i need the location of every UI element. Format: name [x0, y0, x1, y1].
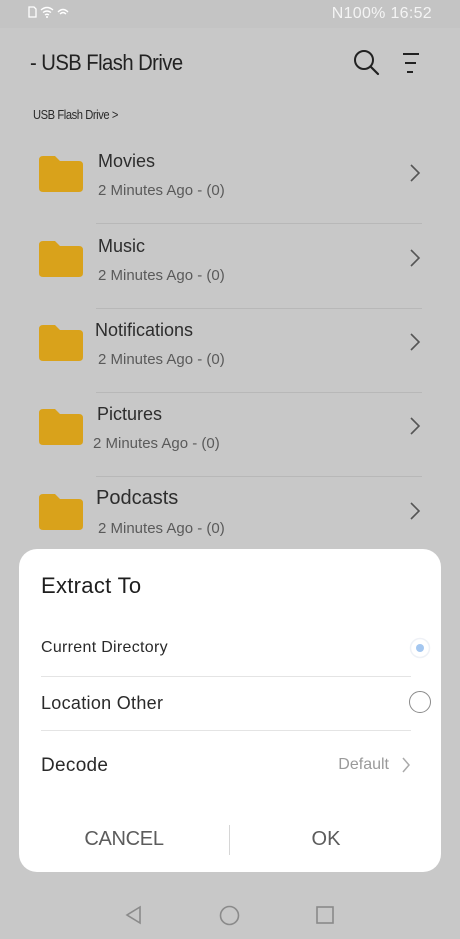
- folder-icon: [39, 156, 83, 192]
- folder-name: Music: [98, 236, 146, 256]
- chevron-right-icon: [410, 164, 421, 182]
- folder-icon: [39, 409, 83, 445]
- status-bar: N100% 16:52: [0, 0, 460, 28]
- signal-icon: [57, 8, 69, 15]
- extract-dialog: Extract To Current Directory Location Ot…: [19, 549, 441, 872]
- list-item[interactable]: Movies 2 Minutes Ago - (0): [0, 140, 460, 224]
- folder-name: Notifications: [95, 320, 194, 340]
- folder-name: Movies: [98, 151, 156, 171]
- divider: [96, 223, 422, 224]
- wifi-icon: [40, 6, 54, 18]
- chevron-right-icon: [410, 249, 421, 267]
- breadcrumb[interactable]: USB Flash Drive >: [33, 107, 118, 122]
- recent-apps-icon[interactable]: [316, 906, 334, 924]
- status-icons: [28, 6, 69, 18]
- radio-unchecked-icon[interactable]: [409, 691, 431, 713]
- folder-meta: 2 Minutes Ago - (0): [98, 182, 225, 199]
- option-current-directory[interactable]: Current Directory: [41, 623, 431, 677]
- button-divider: [229, 825, 230, 855]
- chevron-right-icon: [410, 417, 421, 435]
- divider: [96, 476, 422, 477]
- list-item[interactable]: Pictures 2 Minutes Ago - (0): [0, 393, 460, 477]
- list-item[interactable]: Music 2 Minutes Ago - (0): [0, 225, 460, 309]
- page-title: - USB Flash Drive: [30, 50, 183, 75]
- navigation-bar: [0, 880, 460, 939]
- app-bar: - USB Flash Drive: [0, 28, 460, 98]
- status-battery-time: N100% 16:52: [331, 5, 432, 22]
- decode-value: Default: [338, 756, 389, 773]
- back-icon[interactable]: [124, 905, 142, 925]
- folder-meta: 2 Minutes Ago - (0): [98, 520, 225, 537]
- dialog-title: Extract To: [41, 573, 142, 598]
- folder-icon: [39, 241, 83, 277]
- option-label: Location Other: [41, 693, 164, 713]
- decode-label: Decode: [41, 755, 109, 776]
- sort-icon[interactable]: [400, 50, 422, 76]
- folder-icon: [39, 494, 83, 530]
- folder-name: Podcasts: [96, 487, 179, 509]
- home-icon[interactable]: [219, 905, 240, 926]
- decode-row[interactable]: Decode Default: [41, 739, 411, 793]
- search-icon[interactable]: [352, 48, 380, 76]
- chevron-right-icon: [410, 333, 421, 351]
- option-label: Current Directory: [41, 639, 168, 656]
- chevron-right-icon: [402, 757, 410, 773]
- folder-meta: 2 Minutes Ago - (0): [93, 435, 220, 452]
- folder-meta: 2 Minutes Ago - (0): [98, 351, 225, 368]
- sim-icon: [28, 6, 37, 18]
- chevron-right-icon: [410, 502, 421, 520]
- list-item[interactable]: Notifications 2 Minutes Ago - (0): [0, 309, 460, 393]
- cancel-button[interactable]: CANCEL: [29, 819, 219, 859]
- divider: [41, 730, 411, 731]
- ok-button[interactable]: OK: [231, 819, 421, 859]
- folder-meta: 2 Minutes Ago - (0): [98, 267, 225, 284]
- radio-checked-icon[interactable]: [409, 637, 431, 659]
- folder-name: Pictures: [97, 404, 163, 424]
- option-location-other[interactable]: Location Other: [41, 677, 431, 731]
- folder-icon: [39, 325, 83, 361]
